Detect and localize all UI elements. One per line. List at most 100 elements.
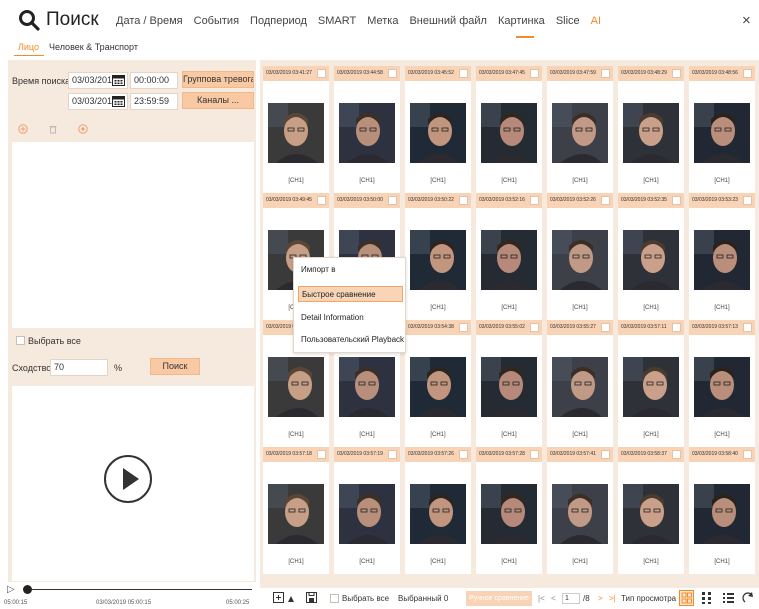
card-image[interactable] bbox=[481, 357, 537, 417]
calendar-icon[interactable] bbox=[112, 95, 125, 107]
result-card[interactable]: 03/03/2019 03:58:40 [CH1] bbox=[689, 447, 755, 574]
timeline-track[interactable] bbox=[32, 589, 252, 590]
card-checkbox[interactable] bbox=[530, 323, 539, 332]
next-page-icon[interactable]: > bbox=[598, 594, 603, 603]
card-checkbox[interactable] bbox=[530, 196, 539, 205]
refresh-icon[interactable] bbox=[742, 591, 755, 605]
card-checkbox[interactable] bbox=[601, 450, 610, 459]
manual-compare-button[interactable]: Ручное сравнение bbox=[466, 591, 532, 606]
tab-0[interactable]: Дата / Время bbox=[116, 15, 183, 27]
tab-2[interactable]: Подпериод bbox=[250, 15, 307, 27]
card-image[interactable] bbox=[339, 484, 395, 544]
card-image[interactable] bbox=[410, 103, 466, 163]
card-checkbox[interactable] bbox=[317, 196, 326, 205]
play-small-icon[interactable]: ▷ bbox=[7, 584, 15, 595]
result-card[interactable]: 03/03/2019 03:57:11 [CH1] bbox=[618, 320, 684, 447]
grid-view-icon[interactable] bbox=[679, 590, 694, 606]
card-image[interactable] bbox=[552, 230, 608, 290]
result-card[interactable]: 03/03/2019 03:57:28 [CH1] bbox=[476, 447, 542, 574]
card-image[interactable] bbox=[481, 230, 537, 290]
card-image[interactable] bbox=[623, 357, 679, 417]
page-input[interactable]: 1 bbox=[562, 593, 580, 604]
card-checkbox[interactable] bbox=[743, 323, 752, 332]
result-card[interactable]: 03/03/2019 03:57:41 [CH1] bbox=[547, 447, 613, 574]
result-card[interactable]: 03/03/2019 03:58:37 [CH1] bbox=[618, 447, 684, 574]
delete-icon[interactable] bbox=[48, 124, 58, 134]
play-icon[interactable] bbox=[104, 455, 152, 503]
tab-1[interactable]: События bbox=[194, 15, 239, 27]
context-menu-item[interactable]: Пользовательский Playback bbox=[298, 332, 404, 348]
card-image[interactable] bbox=[410, 230, 466, 290]
card-checkbox[interactable] bbox=[601, 196, 610, 205]
result-card[interactable]: 03/03/2019 03:52:16 [CH1] bbox=[476, 193, 542, 320]
card-checkbox[interactable] bbox=[672, 69, 681, 78]
last-page-icon[interactable]: >| bbox=[609, 594, 616, 603]
result-card[interactable]: 03/03/2019 03:52:26 [CH1] bbox=[547, 193, 613, 320]
tab-7[interactable]: Slice bbox=[556, 15, 580, 27]
card-image[interactable] bbox=[481, 484, 537, 544]
context-menu-item[interactable]: Detail Information bbox=[298, 310, 403, 326]
card-checkbox[interactable] bbox=[459, 450, 468, 459]
search-button[interactable]: Поиск bbox=[150, 358, 200, 375]
card-checkbox[interactable] bbox=[459, 323, 468, 332]
card-checkbox[interactable] bbox=[743, 450, 752, 459]
card-checkbox[interactable] bbox=[388, 196, 397, 205]
group-alarm-button[interactable]: Группова тревога ... bbox=[182, 71, 254, 88]
card-checkbox[interactable] bbox=[388, 69, 397, 78]
card-image[interactable] bbox=[694, 484, 750, 544]
add-icon[interactable] bbox=[18, 124, 28, 134]
card-checkbox[interactable] bbox=[530, 69, 539, 78]
detail-grid-icon[interactable] bbox=[701, 591, 714, 605]
result-card[interactable]: 03/03/2019 03:55:27 [CH1] bbox=[547, 320, 613, 447]
similarity-input[interactable]: 70 bbox=[50, 359, 108, 376]
card-image[interactable] bbox=[268, 103, 324, 163]
context-menu-item[interactable]: Импорт в bbox=[298, 262, 403, 278]
card-checkbox[interactable] bbox=[388, 450, 397, 459]
result-card[interactable]: 03/03/2019 03:57:13 [CH1] bbox=[689, 320, 755, 447]
card-image[interactable] bbox=[623, 230, 679, 290]
tab-3[interactable]: SMART bbox=[318, 15, 356, 27]
card-image[interactable] bbox=[552, 357, 608, 417]
card-checkbox[interactable] bbox=[601, 323, 610, 332]
card-image[interactable] bbox=[552, 103, 608, 163]
calendar-icon[interactable] bbox=[112, 74, 125, 86]
card-checkbox[interactable] bbox=[317, 450, 326, 459]
result-card[interactable]: 03/03/2019 03:57:19 [CH1] bbox=[334, 447, 400, 574]
card-checkbox[interactable] bbox=[601, 69, 610, 78]
result-card[interactable]: 03/03/2019 03:53:23 [CH1] bbox=[689, 193, 755, 320]
channels-button[interactable]: Каналы ... bbox=[182, 92, 254, 109]
list-view-icon[interactable] bbox=[722, 591, 735, 605]
card-checkbox[interactable] bbox=[672, 323, 681, 332]
card-image[interactable] bbox=[339, 103, 395, 163]
result-card[interactable]: 03/03/2019 03:57:26 [CH1] bbox=[405, 447, 471, 574]
card-checkbox[interactable] bbox=[672, 196, 681, 205]
prev-page-icon[interactable]: < bbox=[551, 594, 556, 603]
result-card[interactable]: 03/03/2019 03:48:29 [CH1] bbox=[618, 66, 684, 193]
card-image[interactable] bbox=[481, 103, 537, 163]
card-image[interactable] bbox=[552, 484, 608, 544]
face-library-list[interactable] bbox=[12, 142, 254, 328]
select-all-checkbox[interactable] bbox=[16, 336, 25, 345]
card-image[interactable] bbox=[339, 357, 395, 417]
card-checkbox[interactable] bbox=[743, 69, 752, 78]
card-checkbox[interactable] bbox=[743, 196, 752, 205]
result-card[interactable]: 03/03/2019 03:44:58 [CH1] bbox=[334, 66, 400, 193]
tab-4[interactable]: Метка bbox=[367, 15, 398, 27]
result-card[interactable]: 03/03/2019 03:52:35 [CH1] bbox=[618, 193, 684, 320]
save-icon[interactable] bbox=[306, 592, 317, 603]
card-image[interactable] bbox=[268, 357, 324, 417]
tab-8[interactable]: AI bbox=[591, 15, 601, 27]
card-checkbox[interactable] bbox=[672, 450, 681, 459]
result-card[interactable]: 03/03/2019 03:47:59 [CH1] bbox=[547, 66, 613, 193]
tab-6[interactable]: Картинка bbox=[498, 15, 545, 27]
result-card[interactable]: 03/03/2019 03:50:22 [CH1] bbox=[405, 193, 471, 320]
start-time-field[interactable]: 00:00:00 bbox=[130, 72, 178, 89]
card-image[interactable] bbox=[268, 484, 324, 544]
result-card[interactable]: 03/03/2019 03:45:52 [CH1] bbox=[405, 66, 471, 193]
card-image[interactable] bbox=[623, 103, 679, 163]
import-icon[interactable] bbox=[78, 124, 88, 134]
close-button[interactable]: × bbox=[742, 12, 751, 29]
card-image[interactable] bbox=[410, 484, 466, 544]
card-checkbox[interactable] bbox=[459, 196, 468, 205]
result-card[interactable]: 03/03/2019 03:54:38 [CH1] bbox=[405, 320, 471, 447]
